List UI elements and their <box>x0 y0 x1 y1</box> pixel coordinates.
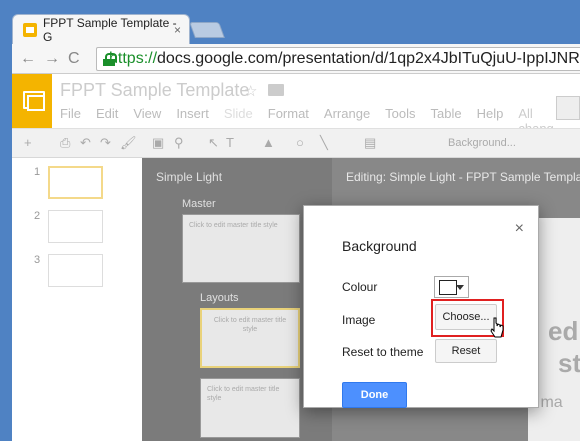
doc-title[interactable]: FPPT Sample Template <box>60 80 249 101</box>
undo-icon[interactable]: ↶ <box>80 135 91 151</box>
colour-picker[interactable] <box>434 276 469 298</box>
layout-thumb-text: Click to edit master title style <box>207 386 280 402</box>
browser-frame-left <box>0 0 12 441</box>
colour-label: Colour <box>342 280 378 294</box>
colour-swatch <box>439 280 457 295</box>
image-icon[interactable]: ▲ <box>262 135 275 150</box>
browser-toolbar: ← → C https:// docs.google.com/presentat… <box>12 44 580 74</box>
chevron-down-icon <box>456 285 464 290</box>
background-dialog: × Background Colour Image Choose... Rese… <box>303 205 539 408</box>
layouts-label: Layouts <box>200 292 239 304</box>
star-icon[interactable]: ☆ <box>244 82 257 100</box>
close-icon[interactable]: × <box>515 220 524 238</box>
comment-icon[interactable]: ▤ <box>364 135 376 151</box>
image-label: Image <box>342 313 376 327</box>
select-icon[interactable]: ↖ <box>208 135 219 151</box>
shape-icon[interactable]: ○ <box>296 135 304 150</box>
slide-number: 3 <box>34 254 41 266</box>
layout-thumbnail-content[interactable]: Click to edit master title style <box>200 378 300 438</box>
address-bar[interactable]: https:// docs.google.com/presentation/d/… <box>96 47 580 71</box>
slide-thumbnail-1[interactable] <box>48 166 103 199</box>
reset-label: Reset to theme <box>342 345 424 359</box>
zoom-icon[interactable]: ⚲ <box>174 135 184 151</box>
tab-close-icon[interactable]: × <box>174 23 181 37</box>
reset-button[interactable]: Reset <box>435 339 497 363</box>
paint-format-icon[interactable]: 🖌 <box>120 135 137 151</box>
tab-title: FPPT Sample Template - G <box>42 15 177 44</box>
line-icon[interactable]: ╲ <box>320 135 328 151</box>
back-icon[interactable]: ← <box>20 50 36 68</box>
browser-tab[interactable]: FPPT Sample Template - G × <box>12 14 190 44</box>
master-label: Master <box>182 198 216 210</box>
dialog-title: Background <box>342 238 417 254</box>
layout-thumbnail-title[interactable]: Click to edit master title style <box>200 308 300 368</box>
slide-thumbnail-2[interactable] <box>48 210 103 243</box>
slide-thumbnail-3[interactable] <box>48 254 103 287</box>
slide-number: 2 <box>34 210 41 222</box>
slides-logo-icon[interactable] <box>12 74 52 128</box>
edit-toolbar: + ⎙ ↶ ↷ 🖌 ▣ ⚲ ↖ T ▲ ○ ╲ ▤ Background... <box>12 128 580 158</box>
add-slide-icon[interactable]: + <box>24 135 32 150</box>
master-thumbnail[interactable]: Click to edit master title style <box>182 214 300 283</box>
layout-thumb-text: Click to edit master title style <box>213 317 287 333</box>
url-path: docs.google.com/presentation/d/1qp2x4JbI… <box>157 50 580 67</box>
zoom-fit-icon[interactable]: ▣ <box>152 135 164 151</box>
editing-title: Editing: Simple Light - FPPT Sample Temp… <box>346 170 580 184</box>
text-box-icon[interactable]: T <box>226 135 234 150</box>
canvas-text: edi <box>548 316 580 346</box>
done-button[interactable]: Done <box>342 382 407 408</box>
master-thumb-text: Click to edit master title style <box>189 222 278 229</box>
forward-icon[interactable]: → <box>44 50 60 68</box>
background-button[interactable]: Background... <box>448 137 516 149</box>
slide-filmstrip: 1 2 3 <box>12 158 142 441</box>
print-icon[interactable]: ⎙ <box>60 135 70 151</box>
theme-title: Simple Light <box>156 170 223 184</box>
canvas-text: sty <box>558 348 580 378</box>
choose-image-button[interactable]: Choose... <box>435 304 497 330</box>
slide-number: 1 <box>34 166 41 178</box>
mouse-cursor-icon <box>490 317 504 338</box>
new-tab-button[interactable] <box>189 22 225 38</box>
folder-icon[interactable] <box>268 84 284 96</box>
redo-icon[interactable]: ↷ <box>100 135 111 151</box>
present-button[interactable] <box>556 96 580 120</box>
reload-icon[interactable]: C <box>68 50 80 68</box>
slides-favicon-icon <box>23 22 37 37</box>
